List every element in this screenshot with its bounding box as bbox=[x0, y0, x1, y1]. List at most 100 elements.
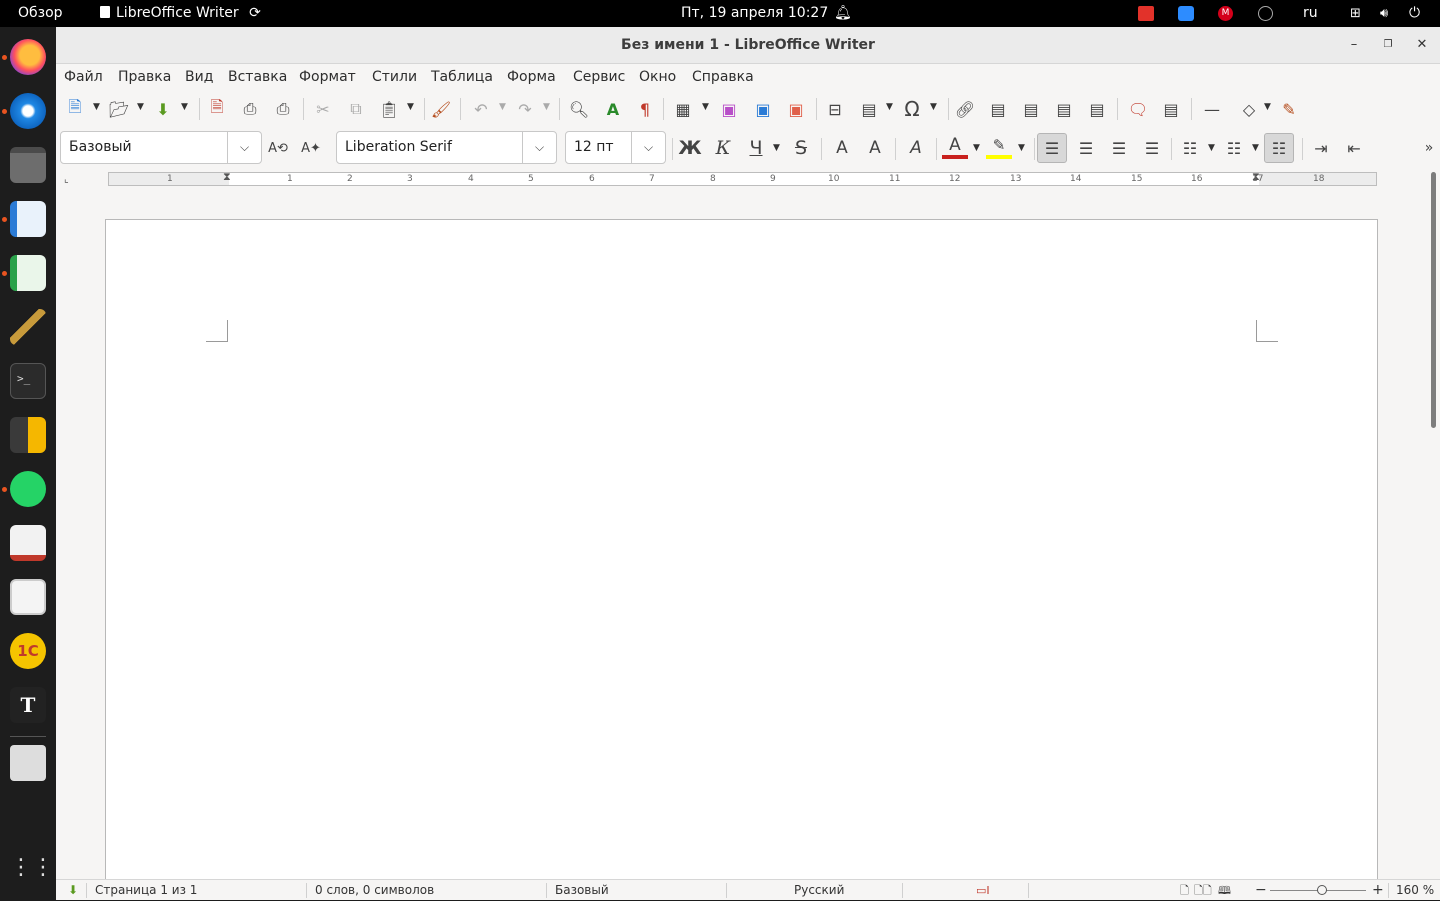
book-view-icon[interactable]: 🕮︎ bbox=[1218, 880, 1231, 901]
clear-formatting-button[interactable]: A bbox=[903, 135, 929, 161]
insert-comment-icon[interactable]: 🗨︎ bbox=[1125, 96, 1151, 122]
insert-textbox-icon[interactable]: ▣ bbox=[783, 96, 809, 122]
chevron-down-icon[interactable]: ▼ bbox=[1018, 143, 1025, 153]
zoom-out-icon[interactable]: − bbox=[1255, 880, 1267, 901]
chevron-down-icon[interactable]: ▼ bbox=[543, 102, 550, 112]
single-page-view-icon[interactable]: 🗋︎ bbox=[1180, 880, 1189, 901]
bold-button[interactable]: Ж bbox=[677, 135, 703, 161]
menu-help[interactable]: Справка bbox=[692, 64, 754, 90]
multi-page-view-icon[interactable]: 🗋︎🗋︎ bbox=[1194, 880, 1212, 901]
thunderbird-icon[interactable] bbox=[10, 93, 46, 129]
typora-icon[interactable]: T bbox=[10, 687, 46, 723]
outline-format-icon[interactable]: ☷ bbox=[1264, 133, 1294, 163]
whatsapp-icon[interactable] bbox=[10, 471, 46, 507]
close-button[interactable]: ✕ bbox=[1412, 35, 1432, 55]
ordered-list-icon[interactable]: ☷ bbox=[1221, 135, 1247, 161]
highlight-color-icon[interactable]: ✎ bbox=[986, 135, 1012, 159]
trash-icon[interactable] bbox=[10, 745, 46, 781]
indent-marker-icon[interactable]: ⧗ bbox=[223, 170, 231, 184]
toolbar-overflow-icon[interactable]: » bbox=[1420, 135, 1438, 161]
chevron-down-icon[interactable]: ▼ bbox=[181, 102, 188, 112]
scrollbar-thumb[interactable] bbox=[1431, 172, 1436, 428]
find-replace-icon[interactable]: 🔍︎ bbox=[566, 96, 592, 122]
chevron-down-icon[interactable]: ⌵ bbox=[227, 132, 261, 163]
insert-mode-icon[interactable]: ▭I bbox=[976, 880, 990, 901]
insert-hyperlink-icon[interactable]: 🔗︎ bbox=[952, 96, 978, 122]
menu-edit[interactable]: Правка bbox=[118, 64, 171, 90]
insert-page-break-icon[interactable]: ⊟ bbox=[822, 96, 848, 122]
new-style-icon[interactable]: A✦ bbox=[298, 135, 324, 161]
menu-table[interactable]: Таблица bbox=[431, 64, 493, 90]
save-status-icon[interactable]: ⬇ bbox=[68, 880, 78, 901]
update-style-icon[interactable]: A⟲ bbox=[265, 135, 291, 161]
maximize-button[interactable]: ❐ bbox=[1378, 35, 1398, 55]
libreoffice-calc-icon[interactable] bbox=[10, 255, 46, 291]
chevron-down-icon[interactable]: ▼ bbox=[886, 102, 893, 112]
menu-styles[interactable]: Стили bbox=[372, 64, 417, 90]
menu-view[interactable]: Вид bbox=[185, 64, 213, 90]
insert-special-character-icon[interactable]: Ω bbox=[899, 96, 925, 122]
files-icon[interactable] bbox=[10, 147, 46, 183]
app-menu[interactable]: LibreOffice Writer ⟳ bbox=[100, 0, 261, 27]
draw-icon[interactable]: ✎ bbox=[1276, 96, 1302, 122]
insert-line-icon[interactable]: — bbox=[1199, 96, 1225, 122]
font-size-combo[interactable]: 12 пт ⌵ bbox=[565, 131, 666, 164]
menu-window[interactable]: Окно bbox=[639, 64, 676, 90]
dictionary-icon[interactable] bbox=[10, 525, 46, 561]
align-left-icon[interactable]: ☰ bbox=[1037, 133, 1067, 163]
unordered-list-icon[interactable]: ☷ bbox=[1177, 135, 1203, 161]
copy-icon[interactable]: ⧉ bbox=[343, 96, 369, 122]
increase-indent-icon[interactable]: ⇥ bbox=[1308, 135, 1334, 161]
undo-icon[interactable]: ↶ bbox=[468, 96, 494, 122]
chevron-down-icon[interactable]: ▼ bbox=[773, 143, 780, 153]
vertical-scrollbar[interactable] bbox=[1426, 168, 1440, 879]
menu-insert[interactable]: Вставка bbox=[228, 64, 287, 90]
clock[interactable]: Пт, 19 апреля 10:27 bbox=[681, 0, 828, 27]
clone-formatting-icon[interactable]: 🖌︎ bbox=[428, 96, 454, 122]
align-center-icon[interactable]: ☰ bbox=[1073, 135, 1099, 161]
libreoffice-writer-icon[interactable] bbox=[10, 201, 46, 237]
horizontal-ruler[interactable]: ⧗ ⧗ 1 1 2 3 4 5 6 7 8 9 10 11 12 13 14 1… bbox=[108, 170, 1377, 186]
minimize-button[interactable]: – bbox=[1344, 35, 1364, 55]
zoom-in-icon[interactable]: + bbox=[1372, 880, 1384, 901]
tab-stop-type-icon[interactable]: ⌞ bbox=[64, 174, 69, 185]
basic-shapes-icon[interactable]: ◇ bbox=[1236, 96, 1262, 122]
menu-form[interactable]: Форма bbox=[507, 64, 556, 90]
volume-icon[interactable]: 🔊︎ bbox=[1380, 0, 1388, 27]
terminal-icon[interactable]: >_ bbox=[10, 363, 46, 399]
track-changes-icon[interactable]: ▤ bbox=[1158, 96, 1184, 122]
1c-icon[interactable]: 1C bbox=[10, 633, 46, 669]
cut-icon[interactable]: ✂ bbox=[310, 96, 336, 122]
insert-endnote-icon[interactable]: ▤ bbox=[1018, 96, 1044, 122]
align-right-icon[interactable]: ☰ bbox=[1106, 135, 1132, 161]
justify-icon[interactable]: ☰ bbox=[1139, 135, 1165, 161]
paste-icon[interactable]: 📋︎ bbox=[376, 96, 402, 122]
underline-button[interactable]: Ч bbox=[743, 135, 769, 161]
insert-field-icon[interactable]: ▤ bbox=[856, 96, 882, 122]
italic-button[interactable]: К bbox=[710, 135, 736, 161]
print-icon[interactable]: ⎙ bbox=[237, 96, 263, 122]
save-icon[interactable]: ⬇ bbox=[150, 96, 176, 122]
superscript-button[interactable]: A bbox=[829, 135, 855, 161]
anydesk-tray-icon[interactable] bbox=[1138, 6, 1154, 21]
show-apps-grid-icon[interactable]: ⋮⋮⋮ bbox=[10, 850, 76, 886]
menu-format[interactable]: Формат bbox=[299, 64, 356, 90]
whatsapp-tray-icon[interactable] bbox=[1258, 6, 1273, 21]
network-icon[interactable]: ⊞ bbox=[1350, 0, 1361, 27]
page-count[interactable]: Страница 1 из 1 bbox=[95, 880, 197, 901]
print-preview-icon[interactable]: ⎙ bbox=[270, 96, 296, 122]
document-page[interactable] bbox=[105, 219, 1378, 879]
formatting-marks-icon[interactable]: ¶ bbox=[632, 96, 658, 122]
notification-bell-icon[interactable]: 🔔︎ bbox=[834, 0, 852, 27]
menu-tools[interactable]: Сервис bbox=[573, 64, 625, 90]
chevron-down-icon[interactable]: ▼ bbox=[499, 102, 506, 112]
paragraph-style-combo[interactable]: Базовый ⌵ bbox=[60, 131, 262, 164]
redo-icon[interactable]: ↷ bbox=[512, 96, 538, 122]
insert-image-icon[interactable]: ▣ bbox=[716, 96, 742, 122]
insert-bookmark-icon[interactable]: ▤ bbox=[1051, 96, 1077, 122]
calculator-icon[interactable] bbox=[10, 417, 46, 453]
chevron-down-icon[interactable]: ▼ bbox=[702, 102, 709, 112]
mail-tray-icon[interactable]: M bbox=[1218, 6, 1233, 21]
text-language[interactable]: Русский bbox=[794, 880, 844, 901]
zoom-slider-handle[interactable] bbox=[1317, 885, 1327, 895]
